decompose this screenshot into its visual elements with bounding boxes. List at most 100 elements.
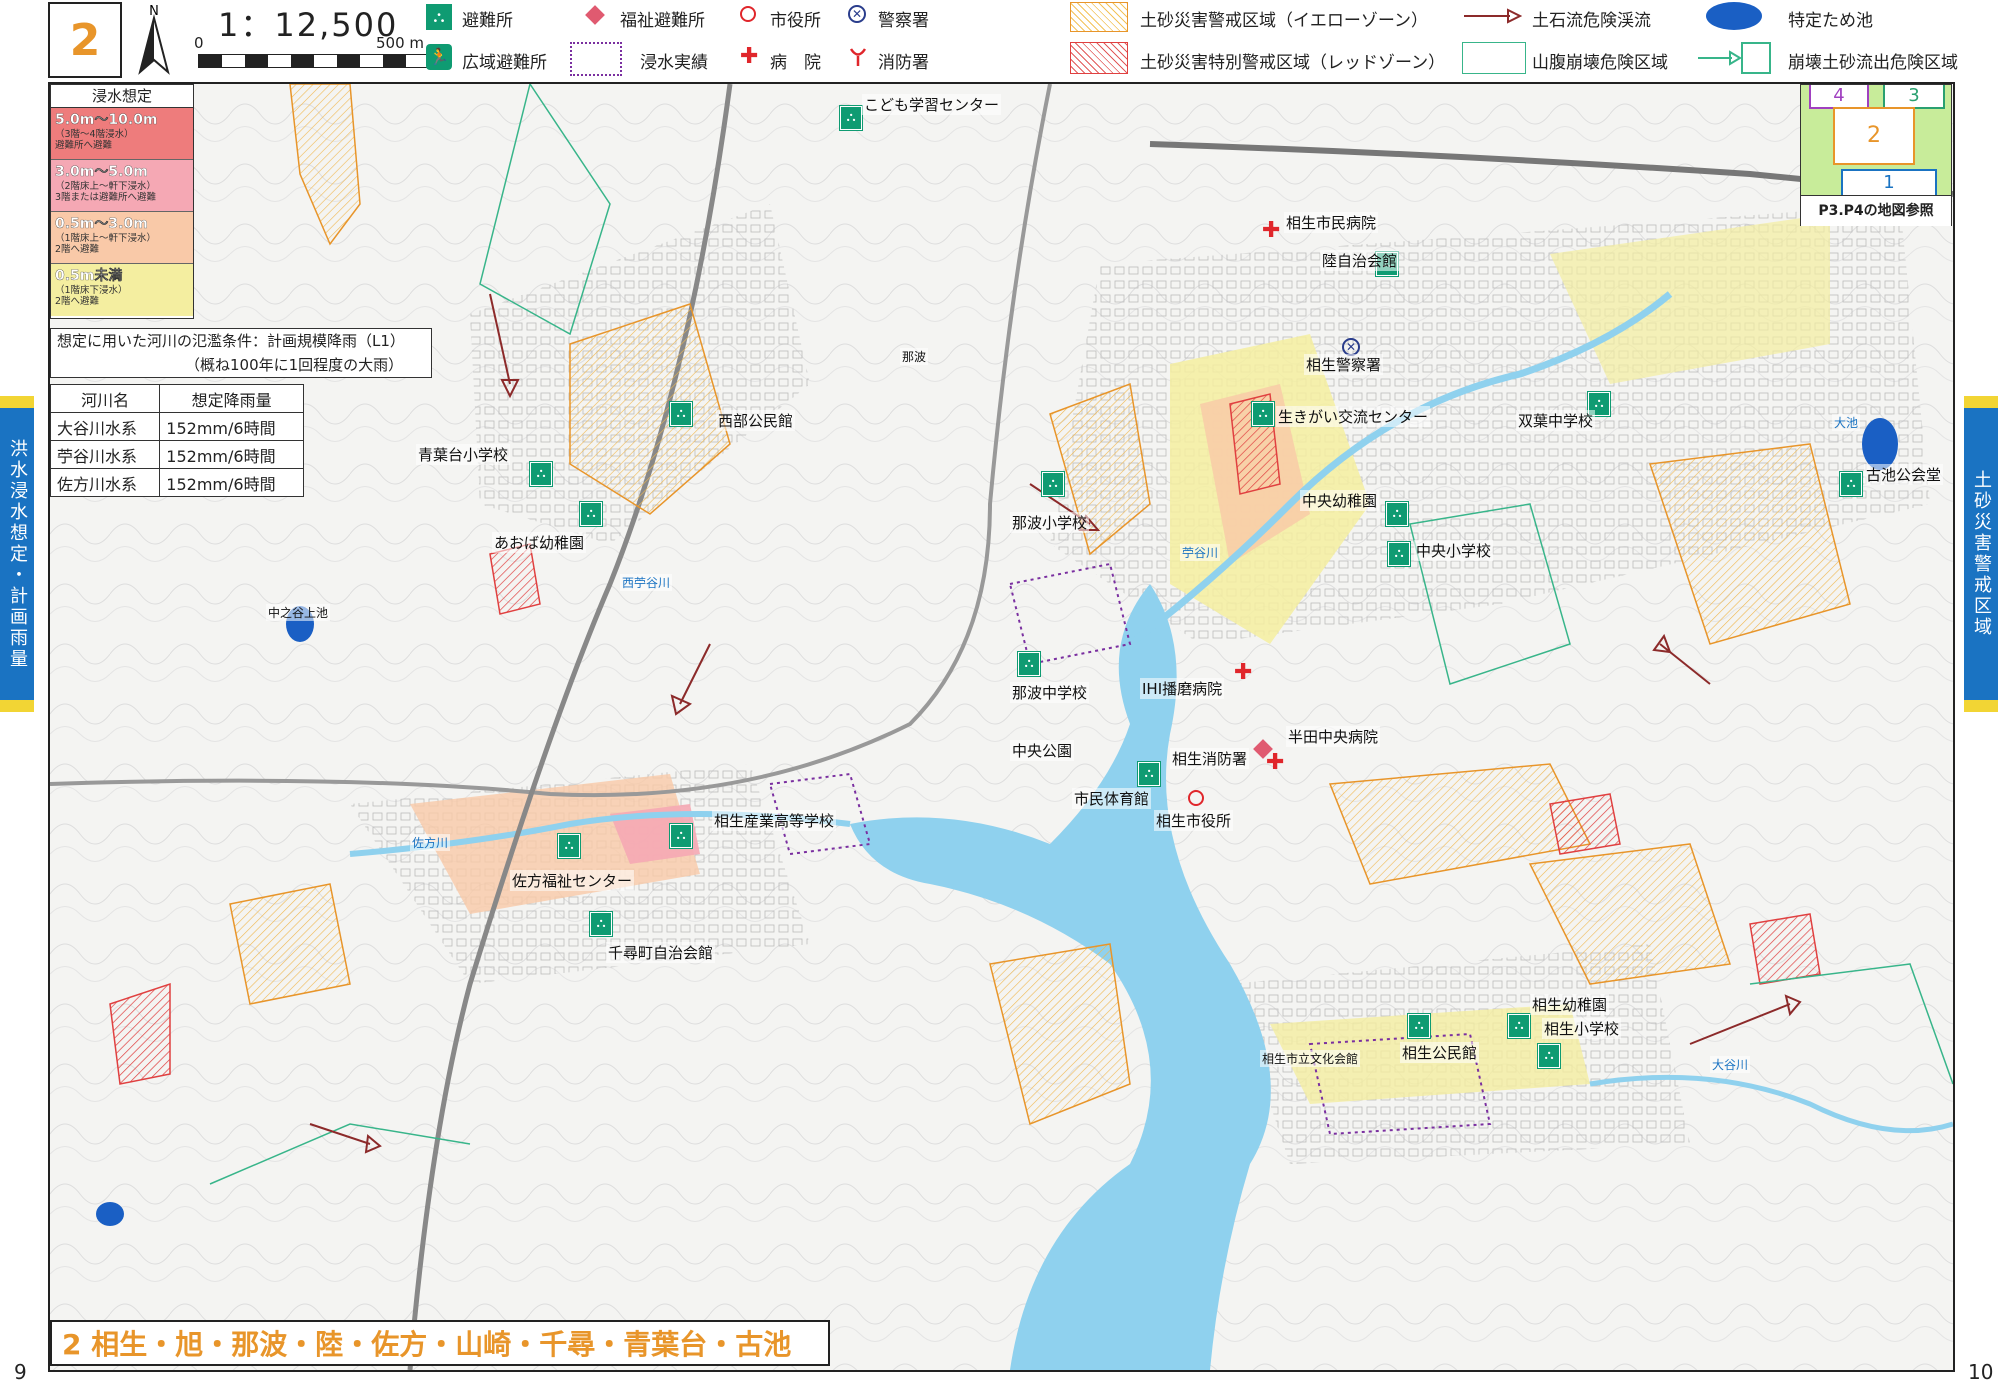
- index-cell-4[interactable]: 4: [1809, 85, 1869, 109]
- legend-landslide-debris: 崩壊土砂流出危険区域: [1788, 53, 1958, 73]
- shelter-icon[interactable]: ⛬: [1407, 1013, 1431, 1039]
- shelter-icon[interactable]: ⛬: [1041, 471, 1065, 497]
- table-row: 佐方川水系 152mm/6時間: [49, 468, 304, 497]
- shelter-icon[interactable]: ⛬: [579, 501, 603, 527]
- shelter-icon: ⛬: [426, 4, 452, 30]
- page-number-right: 10: [1968, 1360, 1994, 1384]
- label-city-gym: 市民体育館: [1072, 788, 1152, 809]
- flood-level-1: 5.0m～10.0m （3階～4階浸水） 避難所へ避難: [51, 108, 193, 160]
- label-aioi-kindergarten: 相生幼稚園: [1530, 994, 1610, 1015]
- label-nawa: 那波: [900, 348, 929, 365]
- side-tab-flood[interactable]: 洪水浸水想定・計画雨量: [0, 396, 34, 712]
- index-cell-1[interactable]: 1: [1841, 169, 1937, 195]
- table-row: 苧谷川水系 152mm/6時間: [49, 440, 304, 469]
- shelter-icon[interactable]: ⛬: [1385, 501, 1409, 527]
- flood-level-range: 0.5m未満: [55, 268, 123, 284]
- legend-debris-stream: 土石流危険渓流: [1532, 11, 1651, 31]
- legend-welfare-shelter: 福祉避難所: [620, 11, 705, 31]
- label-nakanotani-pond: 中之谷上池: [266, 604, 331, 621]
- flood-level-desc: （3階～4階浸水）: [55, 129, 134, 140]
- shelter-icon[interactable]: ⛬: [669, 823, 693, 849]
- debris-stream-icon: [1464, 8, 1522, 24]
- label-nawa-es: 那波小学校: [1010, 512, 1090, 533]
- label-city-hall: 相生市役所: [1154, 810, 1234, 831]
- label-chihiro-hall: 千尋町自治会館: [606, 942, 716, 963]
- legend-wide-shelter: 広域避難所: [462, 53, 547, 73]
- shelter-icon[interactable]: ⛬: [669, 401, 693, 427]
- label-futaba-jhs: 双葉中学校: [1516, 410, 1596, 431]
- side-tab-sediment[interactable]: 土砂災害警戒区域: [1964, 396, 1998, 712]
- landslide-debris-icon: [1698, 42, 1771, 74]
- scale-end: 500 m: [376, 34, 425, 52]
- index-cell-3[interactable]: 3: [1883, 85, 1945, 109]
- index-map[interactable]: 4 3 2 1 P3.P4の地図参照: [1800, 84, 1952, 226]
- label-odani-river: 苧谷川: [1180, 544, 1221, 561]
- fire-station-icon: [849, 48, 867, 66]
- shelter-icon[interactable]: ⛬: [1251, 401, 1275, 427]
- rainfall-value: 152mm/6時間: [159, 412, 304, 441]
- scale-zero: 0: [194, 34, 204, 52]
- shelter-icon[interactable]: ⛬: [1839, 471, 1863, 497]
- flood-level-4: 0.5m未満 （1階床下浸水） 2階へ避難: [51, 264, 193, 316]
- flood-level-action: 避難所へ避難: [55, 140, 113, 151]
- flood-level-desc: （2階床上～軒下浸水）: [55, 181, 157, 192]
- river-name: 苧谷川水系: [49, 440, 161, 469]
- page-number-left: 9: [14, 1360, 27, 1384]
- shelter-icon[interactable]: ⛬: [1537, 1043, 1561, 1069]
- label-sakata-welfare: 佐方福祉センター: [510, 870, 635, 891]
- label-handa-hospital: 半田中央病院: [1286, 726, 1381, 747]
- shelter-icon[interactable]: ⛬: [839, 105, 863, 131]
- legend-shelter: 避難所: [462, 11, 513, 31]
- river-name: 佐方川水系: [49, 468, 161, 497]
- legend-special-pond: 特定ため池: [1788, 11, 1873, 31]
- shelter-icon[interactable]: ⛬: [1507, 1013, 1531, 1039]
- flood-level-range: 0.5m～3.0m: [55, 216, 148, 232]
- header-rainfall: 想定降雨量: [159, 384, 304, 413]
- label-aobadai-es: 青葉台小学校: [416, 444, 511, 465]
- wide-shelter-icon: 🏃: [426, 44, 452, 70]
- legend-slope-collapse: 山腹崩壊危険区域: [1532, 53, 1668, 73]
- label-furuike-hall: 古池公会堂: [1864, 464, 1944, 485]
- special-pond-icon: [1706, 2, 1762, 30]
- hospital-icon[interactable]: ✚: [1262, 220, 1280, 242]
- legend-city-office: 市役所: [770, 11, 821, 31]
- label-police-station: 相生警察署: [1304, 354, 1384, 375]
- shelter-icon[interactable]: ⛬: [589, 911, 613, 937]
- north-arrow-icon: N: [138, 4, 170, 75]
- shelter-icon[interactable]: ⛬: [1137, 761, 1161, 787]
- hazard-map[interactable]: ⛬ ⛬ ⛬ ⛬ ⛬ ⛬ ⛬ ⛬ ⛬ ⛬ ⛬ ⛬ ⛬ ⛬ ⛬ ⛬ ⛬ ⛬ ⛬ ✚ …: [48, 82, 1955, 1372]
- rainfall-value: 152mm/6時間: [159, 440, 304, 469]
- river-name: 大谷川水系: [49, 412, 161, 441]
- label-otani-river: 大谷川: [1710, 1056, 1751, 1073]
- shelter-icon[interactable]: ⛬: [1017, 651, 1041, 677]
- label-bunka-kaikan: 相生市立文化会館: [1260, 1050, 1361, 1067]
- index-cell-2[interactable]: 2: [1833, 107, 1915, 165]
- shelter-icon[interactable]: ⛬: [557, 833, 581, 859]
- index-note: P3.P4の地図参照: [1801, 195, 1951, 226]
- label-sangyo-hs: 相生産業高等学校: [712, 810, 837, 831]
- label-aioi-es: 相生小学校: [1542, 1018, 1622, 1039]
- table-row: 大谷川水系 152mm/6時間: [49, 412, 304, 441]
- city-office-icon[interactable]: [1188, 790, 1204, 806]
- flood-level-range: 5.0m～10.0m: [55, 112, 158, 128]
- yellow-zone-swatch: [1070, 2, 1128, 32]
- label-sakata-river: 佐方川: [410, 834, 451, 851]
- red-zone-swatch: [1070, 42, 1128, 74]
- map-number: 2: [48, 2, 122, 78]
- legend-yellow-zone: 土砂災害警戒区域（イエローゾーン）: [1140, 11, 1428, 31]
- label-ikigai-center: 生きがい交流センター: [1276, 406, 1431, 427]
- shelter-icon[interactable]: ⛬: [1387, 541, 1411, 567]
- label-chuo-es: 中央小学校: [1414, 540, 1494, 561]
- slope-collapse-swatch: [1462, 42, 1526, 74]
- table-header-row: 河川名 想定降雨量: [49, 384, 304, 413]
- label-fire-station: 相生消防署: [1170, 748, 1250, 769]
- flood-conditions: 想定に用いた河川の氾濫条件：計画規模降雨（L1） （概ね100年に1回程度の大雨…: [50, 328, 432, 378]
- legend-hospital: 病 院: [770, 53, 821, 73]
- hospital-icon[interactable]: ✚: [1234, 662, 1252, 684]
- label-oike: 大池: [1832, 414, 1861, 431]
- label-seibu-kominkan: 西部公民館: [716, 410, 796, 431]
- label-nawa-jhs: 那波中学校: [1010, 682, 1090, 703]
- hospital-icon[interactable]: ✚: [1266, 752, 1284, 774]
- header-river: 河川名: [49, 384, 161, 413]
- shelter-icon[interactable]: ⛬: [529, 461, 553, 487]
